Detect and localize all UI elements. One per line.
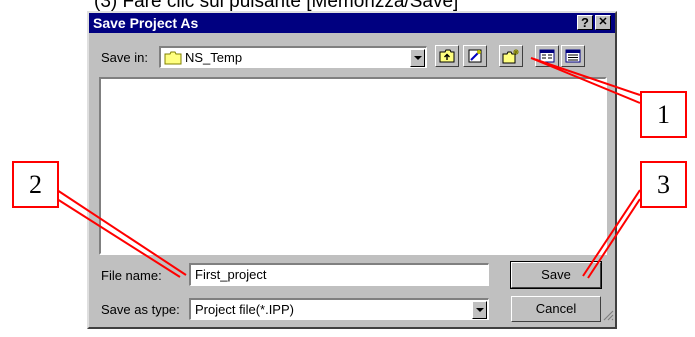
callout-2-pointer [56, 189, 187, 278]
callout-1-pointer [530, 57, 641, 104]
callout-1: 1 [640, 91, 687, 138]
callout-2: 2 [12, 161, 59, 208]
callout-3: 3 [640, 161, 687, 208]
callout-3-pointer [582, 189, 641, 279]
callout-lines [56, 57, 641, 279]
